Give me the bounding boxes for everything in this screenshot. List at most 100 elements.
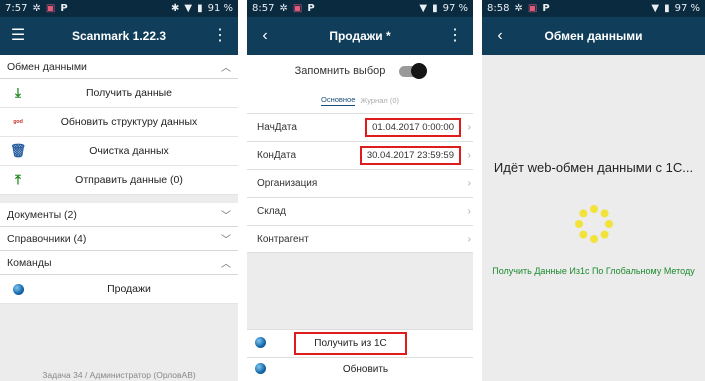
get-data-button[interactable]: ⤓ Получить данные <box>0 79 238 108</box>
wifi-icon: ▼ <box>184 3 193 14</box>
chevron-right-icon: › <box>467 206 471 217</box>
settings-status-icon: ✲ <box>279 3 288 14</box>
field-end-date[interactable]: КонДата 30.04.2017 23:59:59 › <box>247 141 473 169</box>
screen-title: Обмен данными <box>544 29 643 43</box>
action-label: Отправить данные (0) <box>75 174 183 186</box>
back-arrow-icon[interactable]: ‹ <box>255 28 275 44</box>
remember-choice-label: Запомнить выбор <box>294 65 386 77</box>
send-data-button[interactable]: ⤒ Отправить данные (0) <box>0 166 238 195</box>
field-label: Контрагент <box>257 233 309 245</box>
get-from-1c-row[interactable]: Получить из 1С <box>247 329 473 357</box>
back-arrow-icon[interactable]: ‹ <box>490 28 510 44</box>
refresh-row[interactable]: Обновить <box>247 357 473 381</box>
battery-level: 97 % <box>674 3 700 14</box>
more-options-icon[interactable]: ⋮ <box>445 28 465 44</box>
upload-icon: ⤒ <box>15 172 21 187</box>
settings-status-icon: ✲ <box>514 3 523 14</box>
more-options-icon[interactable]: ⋮ <box>210 28 230 44</box>
bottom-actions: Получить из 1С Обновить <box>247 329 473 381</box>
field-counterparty[interactable]: Контрагент › <box>247 225 473 253</box>
section-commands-header[interactable]: Команды ︿ <box>0 251 238 275</box>
tab-main[interactable]: Основное <box>321 95 356 106</box>
command-label: Продажи <box>107 283 151 295</box>
battery-icon: ▮ <box>664 3 670 14</box>
chevron-right-icon: › <box>467 150 471 161</box>
section-exchange-header[interactable]: Обмен данными ︿ <box>0 55 238 79</box>
section-directories-header[interactable]: Справочники (4) ﹀ <box>0 227 238 251</box>
remember-choice-toggle[interactable] <box>399 62 428 79</box>
p-status-icon: P <box>542 3 550 14</box>
app-bar: ‹ Обмен данными <box>482 17 705 55</box>
app-bar: ☰ Scanmark 1.22.3 ⋮ <box>0 17 238 55</box>
chevron-down-icon: ﹀ <box>221 235 231 246</box>
section-directories-label: Справочники (4) <box>7 232 87 245</box>
battery-level: 97 % <box>442 3 468 14</box>
chevron-up-icon: ︿ <box>221 63 231 74</box>
tab-journal[interactable]: Журнал (0) <box>360 96 399 105</box>
notification-icon: ▣ <box>292 3 303 14</box>
screen-data-exchange: 8:58 ✲ ▣ P ▼ ▮ 97 % ‹ Обмен данными Идёт… <box>482 0 705 381</box>
action-label: Очистка данных <box>89 145 169 157</box>
section-documents-header[interactable]: Документы (2) ﹀ <box>0 203 238 227</box>
battery-level: 91 % <box>207 3 233 14</box>
app-title: Scanmark 1.22.3 <box>71 29 167 43</box>
start-date-value[interactable]: 01.04.2017 0:00:00 <box>365 118 461 137</box>
wifi-icon: ▼ <box>651 3 660 14</box>
footer-user-info: Задача 34 / Администратор (ОрловАВ) <box>42 370 196 380</box>
section-commands-label: Команды <box>7 256 52 269</box>
status-bar: 7:57 ✲ ▣ P ✱ ▼ ▮ 91 % <box>0 0 238 17</box>
status-time: 7:57 <box>5 3 28 14</box>
p-status-icon: P <box>60 3 68 14</box>
field-warehouse[interactable]: Склад › <box>247 197 473 225</box>
tabs-bar: Основное Журнал (0) <box>247 87 473 113</box>
end-date-value[interactable]: 30.04.2017 23:59:59 <box>359 146 461 165</box>
screen-title: Продажи * <box>329 29 391 43</box>
chevron-right-icon: › <box>467 122 471 133</box>
play-icon <box>255 362 266 377</box>
menu-icon[interactable]: ☰ <box>8 28 28 44</box>
battery-icon: ▮ <box>197 3 203 14</box>
action-label: Получить данные <box>85 87 172 99</box>
status-time: 8:57 <box>252 3 275 14</box>
field-label: Организация <box>257 178 318 189</box>
clear-data-button[interactable]: 🗑 Очистка данных <box>0 137 238 166</box>
get-from-1c-button[interactable]: Получить из 1С <box>294 332 407 355</box>
chevron-down-icon: ﹀ <box>221 211 231 222</box>
exchange-message: Идёт web-обмен данными с 1С... <box>493 160 694 175</box>
structure-icon: ᵍᵒᵈ <box>13 117 23 127</box>
status-bar: 8:58 ✲ ▣ P ▼ ▮ 97 % <box>482 0 705 17</box>
notification-icon: ▣ <box>45 3 56 14</box>
chevron-up-icon: ︿ <box>221 259 231 270</box>
p-status-icon: P <box>307 3 315 14</box>
refresh-button[interactable]: Обновить <box>266 364 465 375</box>
app-bar: ‹ Продажи * ⋮ <box>247 17 473 55</box>
chevron-right-icon: › <box>467 178 471 189</box>
status-time: 8:58 <box>487 3 510 14</box>
field-label: КонДата <box>257 150 297 161</box>
exchange-method-text: Получить Данные Из1с По Глобальному Мето… <box>492 266 695 276</box>
status-bar: 8:57 ✲ ▣ P ▼ ▮ 97 % <box>247 0 473 17</box>
settings-status-icon: ✲ <box>32 3 41 14</box>
bluetooth-icon: ✱ <box>170 3 180 14</box>
download-icon: ⤓ <box>15 85 21 100</box>
update-structure-button[interactable]: ᵍᵒᵈ Обновить структуру данных <box>0 108 238 137</box>
remember-choice-row[interactable]: Запомнить выбор <box>247 55 473 87</box>
field-start-date[interactable]: НачДата 01.04.2017 0:00:00 › <box>247 113 473 141</box>
notification-icon: ▣ <box>527 3 538 14</box>
field-label: Склад <box>257 206 286 217</box>
chevron-right-icon: › <box>467 233 471 245</box>
wifi-icon: ▼ <box>419 3 428 14</box>
play-icon <box>255 336 266 351</box>
sales-command-button[interactable]: Продажи <box>0 275 238 304</box>
screen-main-menu: 7:57 ✲ ▣ P ✱ ▼ ▮ 91 % ☰ Scanmark 1.22.3 … <box>0 0 238 381</box>
trash-icon: 🗑 <box>9 143 27 158</box>
battery-icon: ▮ <box>432 3 438 14</box>
field-label: НачДата <box>257 122 297 133</box>
loading-spinner-icon <box>575 205 613 243</box>
action-label: Обновить структуру данных <box>60 116 198 128</box>
field-organization[interactable]: Организация › <box>247 169 473 197</box>
section-exchange-label: Обмен данными <box>7 60 87 73</box>
section-documents-label: Документы (2) <box>7 208 77 221</box>
play-icon <box>8 283 28 295</box>
screen-sales: 8:57 ✲ ▣ P ▼ ▮ 97 % ‹ Продажи * ⋮ Запомн… <box>247 0 473 381</box>
